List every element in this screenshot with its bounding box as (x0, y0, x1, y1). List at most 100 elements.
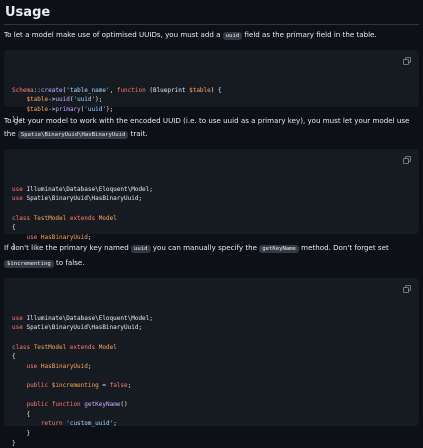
code-token: } (12, 243, 16, 250)
code-block-model[interactable]: use Illuminate\Database\Eloquent\Model;u… (4, 149, 419, 234)
code-token: 'uuid' (84, 106, 106, 113)
paragraph-text: trait. (128, 129, 147, 138)
code-token: ; (88, 363, 92, 370)
code-block-custom-key[interactable]: use Illuminate\Database\Eloquent\Model;u… (4, 278, 419, 426)
code-token: Illuminate\Database\Eloquent\Model; (23, 186, 153, 193)
code-token: return (41, 420, 63, 427)
code-token (12, 382, 26, 389)
code-token: } (12, 430, 30, 437)
code-token: } (12, 440, 16, 447)
code-token: use (26, 234, 37, 241)
code-token (12, 363, 26, 370)
code-line: return 'custom_uuid'; (12, 419, 411, 429)
code-line (12, 333, 411, 343)
code-token: use (12, 324, 23, 331)
readme-section: Usage To let a model make use of optimis… (0, 0, 423, 426)
code-token: ); (106, 106, 113, 113)
code-token: function (52, 401, 81, 408)
code-token: 'table_name' (66, 87, 109, 94)
code-token: $incrementing (52, 382, 99, 389)
code-line: class TestModel extends Model (12, 343, 411, 353)
code-token: public (26, 401, 48, 408)
code-line: use Illuminate\Database\Eloquent\Model; (12, 185, 411, 195)
code-token: () (120, 401, 127, 408)
code-line: use HasBinaryUuid; (12, 362, 411, 372)
code-token: primary (55, 106, 80, 113)
copy-icon[interactable] (403, 57, 411, 65)
code-token: ) { (211, 87, 222, 94)
code-token: use (12, 186, 23, 193)
code-line: { (12, 352, 411, 362)
code-line (12, 204, 411, 214)
code-token: getKeyName (84, 401, 120, 408)
inline-code-uuid: uuid (223, 32, 242, 40)
code-token (12, 106, 26, 113)
code-line: class TestModel extends Model (12, 214, 411, 224)
code-line (12, 371, 411, 381)
code-block-schema[interactable]: Schema::create('table_name', function (B… (4, 50, 419, 107)
code-token: public (26, 382, 48, 389)
code-token (12, 96, 26, 103)
paragraph-1: To let a model make use of optimised UUI… (4, 28, 419, 43)
code-token: ; (128, 382, 132, 389)
code-line: use Spatie\BinaryUuid\HasBinaryUuid; (12, 323, 411, 333)
code-token: ); (95, 96, 102, 103)
code-token: extends (70, 344, 95, 351)
code-line: public function getKeyName() (12, 400, 411, 410)
code-line: use Illuminate\Database\Eloquent\Model; (12, 314, 411, 324)
code-line: $table->primary('uuid'); (12, 105, 411, 115)
code-token: Model (99, 344, 117, 351)
code-token: TestModel (34, 344, 67, 351)
code-token: $table (26, 96, 48, 103)
code-line: use HasBinaryUuid; (12, 233, 411, 243)
paragraph-text: to false. (54, 258, 85, 267)
code-token (12, 420, 41, 427)
code-token: (Blueprint (146, 87, 189, 94)
code-token: uuid (55, 96, 69, 103)
code-line: }); (12, 115, 411, 125)
paragraph-text: To let a model make use of optimised UUI… (4, 30, 223, 39)
paragraph-text: field as the primary field in the table. (242, 30, 376, 39)
code-line: } (12, 429, 411, 439)
code-line (12, 391, 411, 401)
code-token: Spatie\BinaryUuid\HasBinaryUuid; (23, 195, 142, 202)
code-line: { (12, 223, 411, 233)
code-token: Illuminate\Database\Eloquent\Model; (23, 315, 153, 322)
code-token: function (117, 87, 146, 94)
code-line: use Spatie\BinaryUuid\HasBinaryUuid; (12, 194, 411, 204)
copy-icon[interactable] (403, 156, 411, 164)
code-token: = (99, 382, 110, 389)
code-token: ; (113, 420, 117, 427)
code-line: $table->uuid('uuid'); (12, 95, 411, 105)
code-line: Schema::create('table_name', function (B… (12, 86, 411, 96)
code-token: TestModel (34, 215, 67, 222)
code-token (12, 234, 26, 241)
code-token: use (26, 363, 37, 370)
code-line: public $incrementing = false; (12, 381, 411, 391)
code-token: { (12, 353, 16, 360)
code-token: Schema (12, 87, 34, 94)
code-token: 'uuid' (73, 96, 95, 103)
code-token: use (12, 195, 23, 202)
code-token: class (12, 215, 30, 222)
code-token: HasBinaryUuid (41, 363, 88, 370)
code-token: }); (12, 116, 23, 123)
code-token: 'custom_uuid' (66, 420, 113, 427)
inline-code-incrementing: $incrementing (4, 260, 54, 268)
copy-icon[interactable] (403, 285, 411, 293)
inline-code-trait: Spatie\BinaryUuid\HasBinaryUuid (18, 131, 128, 139)
code-token: { (12, 224, 16, 231)
code-token: extends (70, 215, 95, 222)
code-token: use (12, 315, 23, 322)
code-token: Model (99, 215, 117, 222)
section-heading: Usage (4, 0, 419, 25)
code-line: } (12, 242, 411, 252)
code-token: false (110, 382, 128, 389)
code-line: { (12, 410, 411, 420)
code-token (12, 401, 26, 408)
code-token: { (12, 411, 30, 418)
code-token: Spatie\BinaryUuid\HasBinaryUuid; (23, 324, 142, 331)
code-token: $table (189, 87, 211, 94)
code-line: } (12, 439, 411, 448)
code-token: HasBinaryUuid (41, 234, 88, 241)
